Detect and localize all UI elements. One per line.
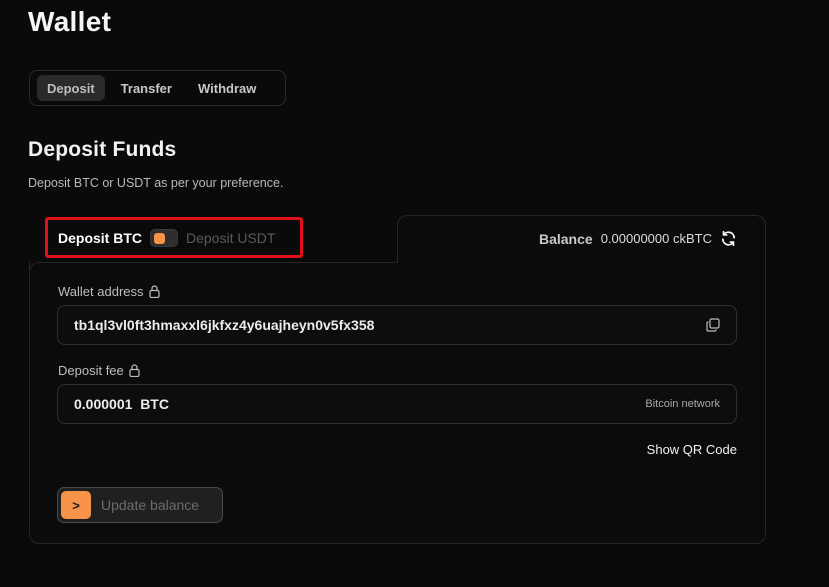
update-balance-button[interactable]: > Update balance <box>57 487 223 523</box>
card-border <box>29 262 398 274</box>
balance-label: Balance <box>538 230 593 247</box>
balance-value: 0.00000000 ckBTC <box>600 231 712 246</box>
wallet-address-field[interactable]: tb1ql3vl0ft3hmaxxl6jkfxz4y6uajheyn0v5fx3… <box>57 305 737 345</box>
chevron-right-icon: > <box>61 491 91 519</box>
tab-transfer[interactable]: Transfer <box>111 75 182 101</box>
switch-knob <box>154 232 165 244</box>
deposit-fee-field: 0.000001 BTC Bitcoin network <box>57 384 737 424</box>
section-description: Deposit BTC or USDT as per your preferen… <box>28 176 284 190</box>
tab-withdraw[interactable]: Withdraw <box>188 75 266 101</box>
wallet-address-label: Wallet address <box>58 284 160 299</box>
page-title: Wallet <box>28 6 112 37</box>
update-balance-label: Update balance <box>101 497 200 513</box>
wallet-address-value: tb1ql3vl0ft3hmaxxl6jkfxz4y6uajheyn0v5fx3… <box>74 317 375 333</box>
deposit-type-toggle: Deposit BTC Deposit USDT <box>45 217 303 258</box>
balance-panel: Balance 0.00000000 ckBTC <box>397 215 766 263</box>
deposit-btc-label[interactable]: Deposit BTC <box>58 230 142 246</box>
deposit-usdt-label[interactable]: Deposit USDT <box>186 230 275 246</box>
lock-icon <box>148 285 160 299</box>
copy-icon[interactable] <box>706 318 720 332</box>
show-qr-code-link[interactable]: Show QR Code <box>647 442 737 457</box>
deposit-type-switch[interactable] <box>150 228 178 247</box>
deposit-fee-value: 0.000001 BTC <box>74 396 169 412</box>
deposit-fee-label: Deposit fee <box>58 363 140 378</box>
refresh-icon[interactable] <box>720 230 737 247</box>
lock-icon <box>129 364 140 378</box>
wallet-tabs: Deposit Transfer Withdraw <box>29 70 286 106</box>
tab-deposit[interactable]: Deposit <box>37 75 105 101</box>
section-title: Deposit Funds <box>28 138 177 161</box>
network-label: Bitcoin network <box>645 398 720 410</box>
